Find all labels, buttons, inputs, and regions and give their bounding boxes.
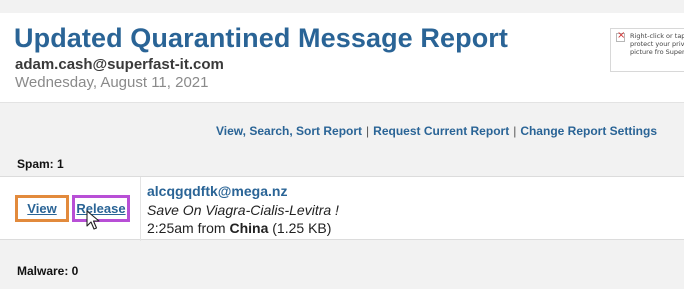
link-separator: | [513,124,517,138]
change-report-settings-link[interactable]: Change Report Settings [520,124,657,138]
report-title: Updated Quarantined Message Report [14,23,508,53]
broken-logo-image[interactable]: Right-click or tap protect your priv of … [610,28,684,72]
message-country: China [229,220,269,236]
report-date: Wednesday, August 11, 2021 [15,74,209,91]
view-button[interactable]: View [15,195,69,222]
view-button-label: View [27,201,57,216]
spam-section-label: Spam: 1 [17,157,64,171]
message-subject: Save On Viagra-Cialis-Levitra ! [147,202,339,218]
message-time: 2:25am from [147,220,230,236]
broken-image-icon [616,30,625,42]
message-meta: 2:25am from China (1.25 KB) [147,220,331,236]
report-header: Updated Quarantined Message Report adam.… [0,13,684,103]
release-button-label: Release [76,201,126,216]
broken-image-alt-text: Right-click or tap protect your priv of … [630,32,684,57]
quarantined-message-row: View Release alcqgqdftk@mega.nz Save On … [0,176,684,241]
recipient-email: adam.cash@superfast-it.com [15,56,224,73]
malware-section-label: Malware: 0 [17,264,79,278]
message-sender: alcqgqdftk@mega.nz [147,183,288,199]
report-links: View, Search, Sort Report | Request Curren… [216,124,657,138]
release-button[interactable]: Release [72,195,130,222]
quarantine-report-page: Updated Quarantined Message Report adam.… [0,0,684,289]
link-separator: | [366,124,370,138]
message-size: (1.25 KB) [268,220,332,236]
request-current-report-link[interactable]: Request Current Report [373,124,509,138]
view-search-sort-link[interactable]: View, Search, Sort Report [216,124,362,138]
row-divider [140,177,141,241]
